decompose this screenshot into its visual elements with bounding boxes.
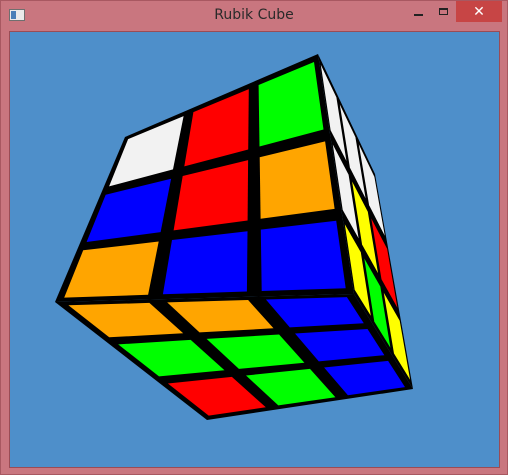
close-button[interactable]: ✕ [456,1,502,22]
maximize-icon [438,8,448,15]
maximize-button[interactable] [429,1,457,22]
title-bar[interactable]: Rubik Cube ✕ [1,1,507,31]
close-icon: ✕ [473,3,485,20]
front-face-sticker-blue[interactable] [260,220,346,291]
app-window: Rubik Cube ✕ [0,0,508,475]
cube-canvas[interactable] [10,32,499,467]
rubik-cube[interactable] [55,54,413,420]
minimize-button[interactable] [404,1,432,22]
viewport-3d[interactable] [9,31,500,468]
front-face-sticker-blue[interactable] [162,231,248,295]
minimize-icon [413,13,423,16]
